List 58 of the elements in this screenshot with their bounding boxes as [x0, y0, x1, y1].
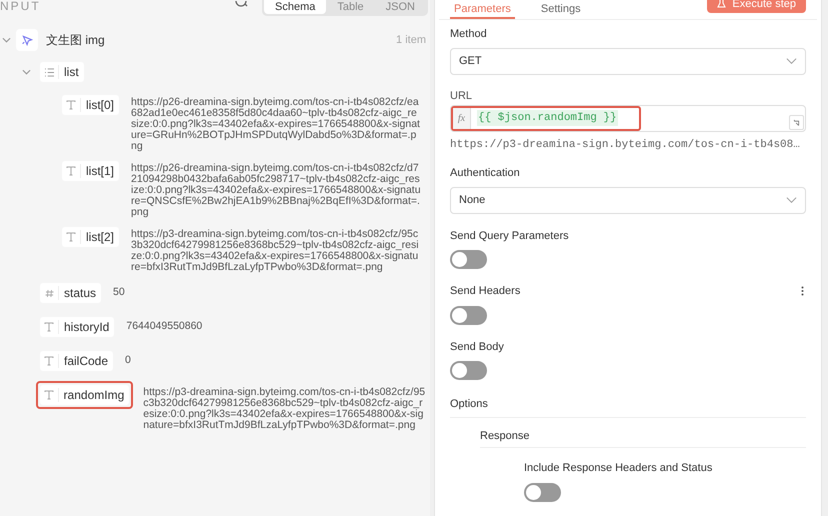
method-select[interactable]: GET: [450, 48, 806, 74]
group-title: Response: [480, 428, 806, 448]
view-tab[interactable]: Table: [326, 0, 375, 14]
item-count: 1 item: [396, 32, 426, 48]
chevron-icon: [786, 58, 797, 64]
toggle-switch[interactable]: [450, 306, 487, 324]
panel-tab[interactable]: Parameters: [450, 0, 515, 19]
more-icon[interactable]: [801, 286, 804, 296]
field-label: URL: [450, 90, 474, 102]
toggle-switch[interactable]: [450, 250, 487, 269]
field-label: Authentication: [450, 166, 521, 181]
field-name: list: [63, 64, 80, 81]
field-name: randomImg: [62, 387, 126, 404]
cursor-icon: [20, 34, 34, 46]
field-value: 50: [113, 285, 126, 298]
node-name: 文生图 img: [46, 32, 105, 49]
field-value: 0: [125, 353, 132, 366]
toggle-label: Include Response Headers and Status: [524, 461, 714, 476]
text-icon: [66, 232, 76, 242]
section-title: Options: [450, 396, 806, 418]
field-name: list[1]: [85, 163, 116, 180]
toggle-label: Send Body: [450, 340, 504, 354]
toggle-label: Send Query Parameters: [450, 228, 569, 244]
field-value: https://p26-dreamina-sign.byteimg.com/tos-cn-i-tb4s082cfz/d721094298b0432bafa6ab05fc298717~tplv-tb4s082cfz-aigc_resize:0:0.png?lk3s=43402efa&x-expires=1766548800&x-signature=QNSCsfE%2Bw2hjEA1b9%2BBnaj%2BqEfI%3D&format=.png: [131, 161, 422, 218]
field-value: https://p3-dreamina-sign.byteimg.com/tos-cn-i-tb4s082cfz/95c3b320dcf64279981256e8368bc529~tplv-tb4s082cfz-aigc_resize:0:0.png?lk3s=43402efa&x-expires=1766548800&x-signature=bfxI3RutTmJd9BfLzaLyfpTPwbo%3D&format=.png: [143, 385, 426, 431]
toggle-switch[interactable]: [450, 361, 487, 380]
field-name: list[2]: [85, 229, 116, 246]
field-value: 7644049550860: [126, 319, 204, 332]
panel-tab[interactable]: Settings: [536, 0, 585, 19]
url-preview: https://p3-dreamina-sign.byteimg.com/tos-cn-i-tb4s08…: [450, 138, 801, 152]
text-icon: [44, 390, 54, 400]
field-value: https://p26-dreamina-sign.byteimg.com/tos-cn-i-tb4s082cfz/ea682ad1e0ec461e8358f5d80c4daa60~tplv-tb4s082cfz-aigc_resize:0:0.png?lk3s=43402efa&x-expires=1766548800&x-signature=GRuHn%2BOTpJHmSPDutqWylDabd5o%3D&format=.png: [131, 95, 421, 152]
chevron-icon: [786, 197, 797, 203]
text-icon: [66, 100, 76, 110]
expression-field[interactable]: fx {{ $json.randomImg }}: [450, 104, 806, 132]
field-label: Method: [450, 27, 488, 42]
toggle-switch[interactable]: [524, 482, 561, 502]
authentication-select[interactable]: None: [450, 186, 806, 214]
view-tab[interactable]: Schema: [264, 0, 326, 14]
text-icon: [66, 166, 76, 176]
flask-icon: [717, 0, 726, 8]
chevron-icon[interactable]: [2, 37, 11, 43]
chevron-icon[interactable]: [22, 69, 31, 75]
hash-icon: [44, 288, 54, 298]
field-value: https://p3-dreamina-sign.byteimg.com/tos-cn-i-tb4s082cfz/95c3b320dcf64279981256e8368bc529~tplv-tb4s082cfz-aigc_resize:0:0.png?lk3s=43402efa&x-expires=1766548800&x-signature=bfxI3RutTmJd9BfLzaLyfpTPwbo%3D&format=.png: [131, 227, 420, 273]
field-name: list[0]: [85, 97, 116, 114]
field-name: failCode: [63, 353, 110, 370]
expression-text: {{ $json.randomImg }}: [477, 110, 618, 126]
field-name: status: [63, 285, 98, 302]
view-tab[interactable]: JSON: [374, 0, 426, 14]
toggle-label: Send Headers: [450, 284, 520, 299]
text-icon: [44, 356, 54, 366]
fx-label: fx: [453, 108, 471, 128]
list-icon: [44, 68, 54, 76]
text-icon: [44, 322, 54, 332]
expand-icon[interactable]: [789, 114, 804, 130]
panel-title: NPUT: [0, 0, 41, 12]
field-name: historyId: [63, 319, 110, 336]
